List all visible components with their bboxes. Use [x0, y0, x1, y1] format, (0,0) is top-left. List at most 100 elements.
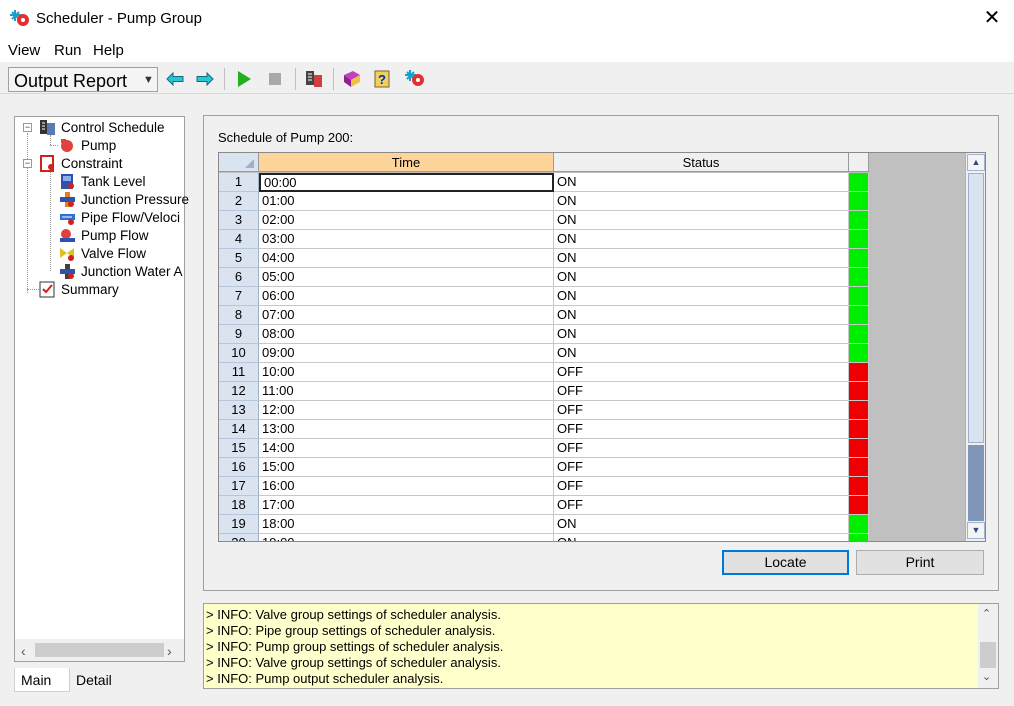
status-cell[interactable]: ON — [554, 287, 849, 306]
row-number[interactable]: 15 — [219, 439, 259, 458]
scroll-left-icon[interactable]: ‹ — [21, 643, 26, 659]
status-cell[interactable]: OFF — [554, 401, 849, 420]
tree-horizontal-scrollbar[interactable]: ‹ › — [15, 639, 184, 661]
table-row[interactable]: 17 16:00 OFF — [219, 477, 869, 496]
row-number[interactable]: 10 — [219, 344, 259, 363]
table-row[interactable]: 2019:00ON — [219, 534, 869, 541]
status-cell[interactable]: ON — [554, 344, 849, 363]
settings-icon[interactable] — [303, 68, 325, 90]
time-cell[interactable]: 07:00 — [259, 306, 554, 325]
status-cell[interactable]: OFF — [554, 382, 849, 401]
table-row[interactable]: 5 04:00 ON — [219, 249, 869, 268]
time-cell[interactable]: 02:00 — [259, 211, 554, 230]
run-icon[interactable] — [233, 68, 255, 90]
table-row[interactable]: 4 03:00 ON — [219, 230, 869, 249]
column-header-time[interactable]: Time — [259, 153, 554, 172]
row-number[interactable]: 8 — [219, 306, 259, 325]
time-cell[interactable]: 09:00 — [259, 344, 554, 363]
status-cell[interactable]: ON — [554, 192, 849, 211]
row-number[interactable]: 11 — [219, 363, 259, 382]
status-cell[interactable]: ON — [554, 211, 849, 230]
status-cell[interactable]: OFF — [554, 439, 849, 458]
table-row[interactable]: 1 00:00 ON — [219, 173, 869, 192]
time-cell[interactable]: 16:00 — [259, 477, 554, 496]
menu-view[interactable]: View — [8, 42, 40, 59]
row-number[interactable]: 19 — [219, 515, 259, 534]
book-icon[interactable] — [341, 68, 363, 90]
status-cell[interactable]: OFF — [554, 458, 849, 477]
time-cell[interactable]: 01:00 — [259, 192, 554, 211]
status-cell[interactable]: ON — [554, 173, 849, 192]
row-number[interactable]: 16 — [219, 458, 259, 477]
status-cell[interactable]: ON — [554, 325, 849, 344]
row-number[interactable]: 4 — [219, 230, 259, 249]
status-cell[interactable]: ON — [554, 534, 849, 541]
table-row[interactable]: 9 08:00 ON — [219, 325, 869, 344]
table-row[interactable]: 6 05:00 ON — [219, 268, 869, 287]
print-button[interactable]: Print — [856, 550, 984, 575]
row-number[interactable]: 20 — [219, 534, 259, 541]
time-cell[interactable]: 15:00 — [259, 458, 554, 477]
time-cell[interactable]: 00:00 — [259, 173, 554, 192]
arrow-right-icon[interactable] — [194, 68, 216, 90]
status-cell[interactable]: ON — [554, 268, 849, 287]
table-row[interactable]: 15 14:00 OFF — [219, 439, 869, 458]
time-cell[interactable]: 11:00 — [259, 382, 554, 401]
time-cell[interactable]: 12:00 — [259, 401, 554, 420]
table-row[interactable]: 16 15:00 OFF — [219, 458, 869, 477]
scrollbar-thumb[interactable] — [968, 173, 984, 443]
close-button[interactable]: ✕ — [980, 6, 1004, 30]
table-row[interactable]: 18 17:00 OFF — [219, 496, 869, 515]
row-number[interactable]: 1 — [219, 173, 259, 192]
table-row[interactable]: 14 13:00 OFF — [219, 420, 869, 439]
log-vertical-scrollbar[interactable]: ⌃ ⌄ — [978, 604, 998, 688]
table-row[interactable]: 10 09:00 ON — [219, 344, 869, 363]
status-cell[interactable]: OFF — [554, 420, 849, 439]
time-cell[interactable]: 17:00 — [259, 496, 554, 515]
row-number[interactable]: 2 — [219, 192, 259, 211]
time-cell[interactable]: 06:00 — [259, 287, 554, 306]
table-row[interactable]: 11 10:00 OFF — [219, 363, 869, 382]
scrollbar-track[interactable] — [968, 445, 984, 521]
table-row[interactable]: 12 11:00 OFF — [219, 382, 869, 401]
grid-corner[interactable] — [219, 153, 259, 172]
menu-help[interactable]: Help — [93, 42, 124, 59]
stop-icon[interactable] — [264, 68, 286, 90]
scrollbar-thumb[interactable] — [980, 642, 996, 668]
row-number[interactable]: 9 — [219, 325, 259, 344]
chevron-up-icon[interactable]: ⌃ — [982, 607, 991, 620]
table-row[interactable]: 2 01:00 ON — [219, 192, 869, 211]
table-row[interactable]: 8 07:00 ON — [219, 306, 869, 325]
grid-vertical-scrollbar[interactable]: ▲ ▼ — [965, 153, 985, 541]
row-number[interactable]: 18 — [219, 496, 259, 515]
time-cell[interactable]: 13:00 — [259, 420, 554, 439]
table-row[interactable]: 19 18:00 ON — [219, 515, 869, 534]
scheduler-icon[interactable] — [404, 68, 426, 90]
time-cell[interactable]: 19:00 — [259, 534, 554, 541]
view-select[interactable]: Output Report ▼ — [8, 67, 158, 92]
menu-run[interactable]: Run — [54, 42, 82, 59]
row-number[interactable]: 7 — [219, 287, 259, 306]
row-number[interactable]: 6 — [219, 268, 259, 287]
tab-detail[interactable]: Detail — [70, 668, 122, 692]
status-cell[interactable]: ON — [554, 230, 849, 249]
status-cell[interactable]: ON — [554, 515, 849, 534]
collapse-constraint[interactable]: − — [23, 159, 32, 168]
row-number[interactable]: 14 — [219, 420, 259, 439]
tab-main[interactable]: Main — [14, 668, 70, 692]
table-row[interactable]: 13 12:00 OFF — [219, 401, 869, 420]
scroll-right-icon[interactable]: › — [167, 643, 172, 659]
locate-button[interactable]: Locate — [722, 550, 849, 575]
status-cell[interactable]: OFF — [554, 363, 849, 382]
help-icon[interactable]: ? — [372, 68, 394, 90]
time-cell[interactable]: 18:00 — [259, 515, 554, 534]
row-number[interactable]: 17 — [219, 477, 259, 496]
status-cell[interactable]: ON — [554, 306, 849, 325]
time-cell[interactable]: 08:00 — [259, 325, 554, 344]
scroll-up-icon[interactable]: ▲ — [967, 154, 985, 171]
time-cell[interactable]: 14:00 — [259, 439, 554, 458]
status-cell[interactable]: OFF — [554, 477, 849, 496]
chevron-down-icon[interactable]: ⌄ — [982, 670, 991, 683]
table-row[interactable]: 7 06:00 ON — [219, 287, 869, 306]
table-row[interactable]: 3 02:00 ON — [219, 211, 869, 230]
